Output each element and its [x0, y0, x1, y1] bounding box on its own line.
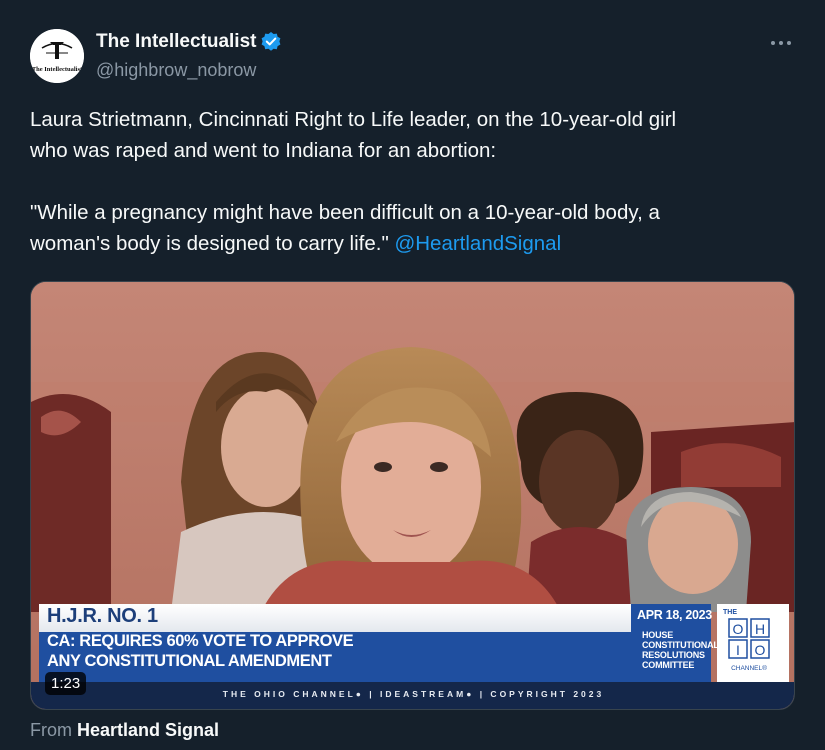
source-prefix: From — [30, 720, 72, 740]
svg-text:H: H — [755, 621, 765, 637]
svg-text:O: O — [755, 642, 766, 658]
broadcast-headline: CA: REQUIRES 60% VOTE TO APPROVE ANY CON… — [47, 632, 354, 670]
broadcast-date: APR 18, 2023 — [637, 608, 712, 622]
video-duration-badge: 1:23 — [45, 672, 87, 695]
video-player[interactable]: H.J.R. NO. 1 CA: REQUIRES 60% VOTE TO AP… — [30, 281, 795, 710]
more-options-button[interactable] — [766, 28, 796, 58]
mention-link[interactable]: @HeartlandSignal — [394, 232, 561, 255]
author-handle[interactable]: @highbrow_nobrow — [96, 60, 256, 81]
tweet-text-line: Laura Strietmann, Cincinnati Right to Li… — [30, 108, 677, 131]
display-name[interactable]: The Intellectualist — [96, 31, 256, 53]
tweet: The Intellectualist The Intellectualist … — [0, 0, 825, 750]
broadcast-credit: THE OHIO CHANNEL● | IDEASTREAM● | COPYRI… — [222, 689, 605, 699]
more-horizontal-icon — [771, 41, 791, 45]
svg-text:O: O — [733, 621, 744, 637]
avatar-text: The Intellectualist — [32, 66, 83, 73]
svg-text:THE: THE — [723, 609, 737, 616]
bill-number: H.J.R. NO. 1 — [47, 605, 158, 627]
tweet-text: Laura Strietmann, Cincinnati Right to Li… — [30, 104, 800, 259]
svg-text:I: I — [736, 642, 740, 658]
tweet-quote-end: woman's body is designed to carry life." — [30, 232, 389, 255]
avatar[interactable]: The Intellectualist — [30, 29, 84, 83]
avatar-logo-icon: The Intellectualist — [30, 29, 84, 83]
verified-badge-icon — [262, 32, 281, 51]
tweet-text-line: who was raped and went to Indiana for an… — [30, 139, 497, 162]
ohio-channel-logo: THE O H I O CHANNEL® — [717, 604, 789, 682]
svg-text:CHANNEL®: CHANNEL® — [731, 664, 767, 672]
broadcast-lower-third: H.J.R. NO. 1 CA: REQUIRES 60% VOTE TO AP… — [31, 602, 794, 709]
media-source-attribution: From Heartland Signal — [30, 720, 219, 741]
ohio-logo-icon: THE O H I O CHANNEL® — [723, 609, 770, 672]
tweet-text-line: "While a pregnancy might have been diffi… — [30, 201, 660, 224]
committee-name: HOUSE CONSTITUTIONAL RESOLUTIONS COMMITT… — [642, 630, 719, 670]
tweet-text-line-with-mention: woman's body is designed to carry life."… — [30, 228, 800, 259]
source-link[interactable]: Heartland Signal — [77, 720, 219, 740]
author-name-row: The Intellectualist — [96, 31, 282, 53]
